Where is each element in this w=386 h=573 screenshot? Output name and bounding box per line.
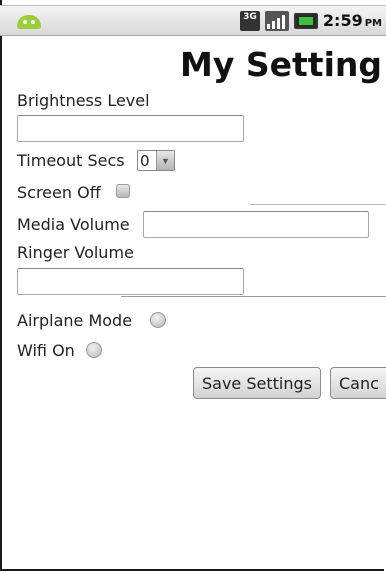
dropdown-arrow-icon: ▼ [156,151,174,170]
brightness-input[interactable] [17,115,244,142]
save-settings-button[interactable]: Save Settings [193,367,321,399]
wifi-toggle[interactable] [86,342,102,358]
ringer-volume-input[interactable] [17,268,244,295]
airplane-mode-label: Airplane Mode [17,311,133,330]
media-volume-label: Media Volume [17,215,130,234]
timeout-label: Timeout Secs [17,151,125,170]
page-title: My Setting [180,45,382,84]
cancel-button[interactable]: Canc [330,367,386,399]
clock-time: 2:59 [322,11,363,30]
battery-icon [293,12,318,29]
divider-line [250,204,386,205]
android-notification-icon [17,15,41,29]
screen-off-checkbox[interactable] [116,184,130,198]
network-3g-icon: 3G [239,10,260,31]
media-volume-input[interactable] [143,211,369,238]
ringer-volume-label: Ringer Volume [17,243,134,262]
clock-ampm: PM [364,18,382,29]
airplane-mode-toggle[interactable] [150,312,166,328]
status-bar: 3G 2:59 PM [0,5,386,36]
brightness-label: Brightness Level [17,91,150,110]
status-icons: 3G 2:59 PM [239,6,386,35]
screen-off-label: Screen Off [17,183,101,202]
divider-line [121,296,386,297]
signal-strength-icon [264,10,289,31]
network-type: 3G [243,11,257,22]
wifi-label: Wifi On [17,341,75,360]
timeout-select[interactable]: 0 ▼ [137,150,175,171]
status-clock: 2:59 PM [323,11,382,30]
timeout-value: 0 [140,151,150,170]
